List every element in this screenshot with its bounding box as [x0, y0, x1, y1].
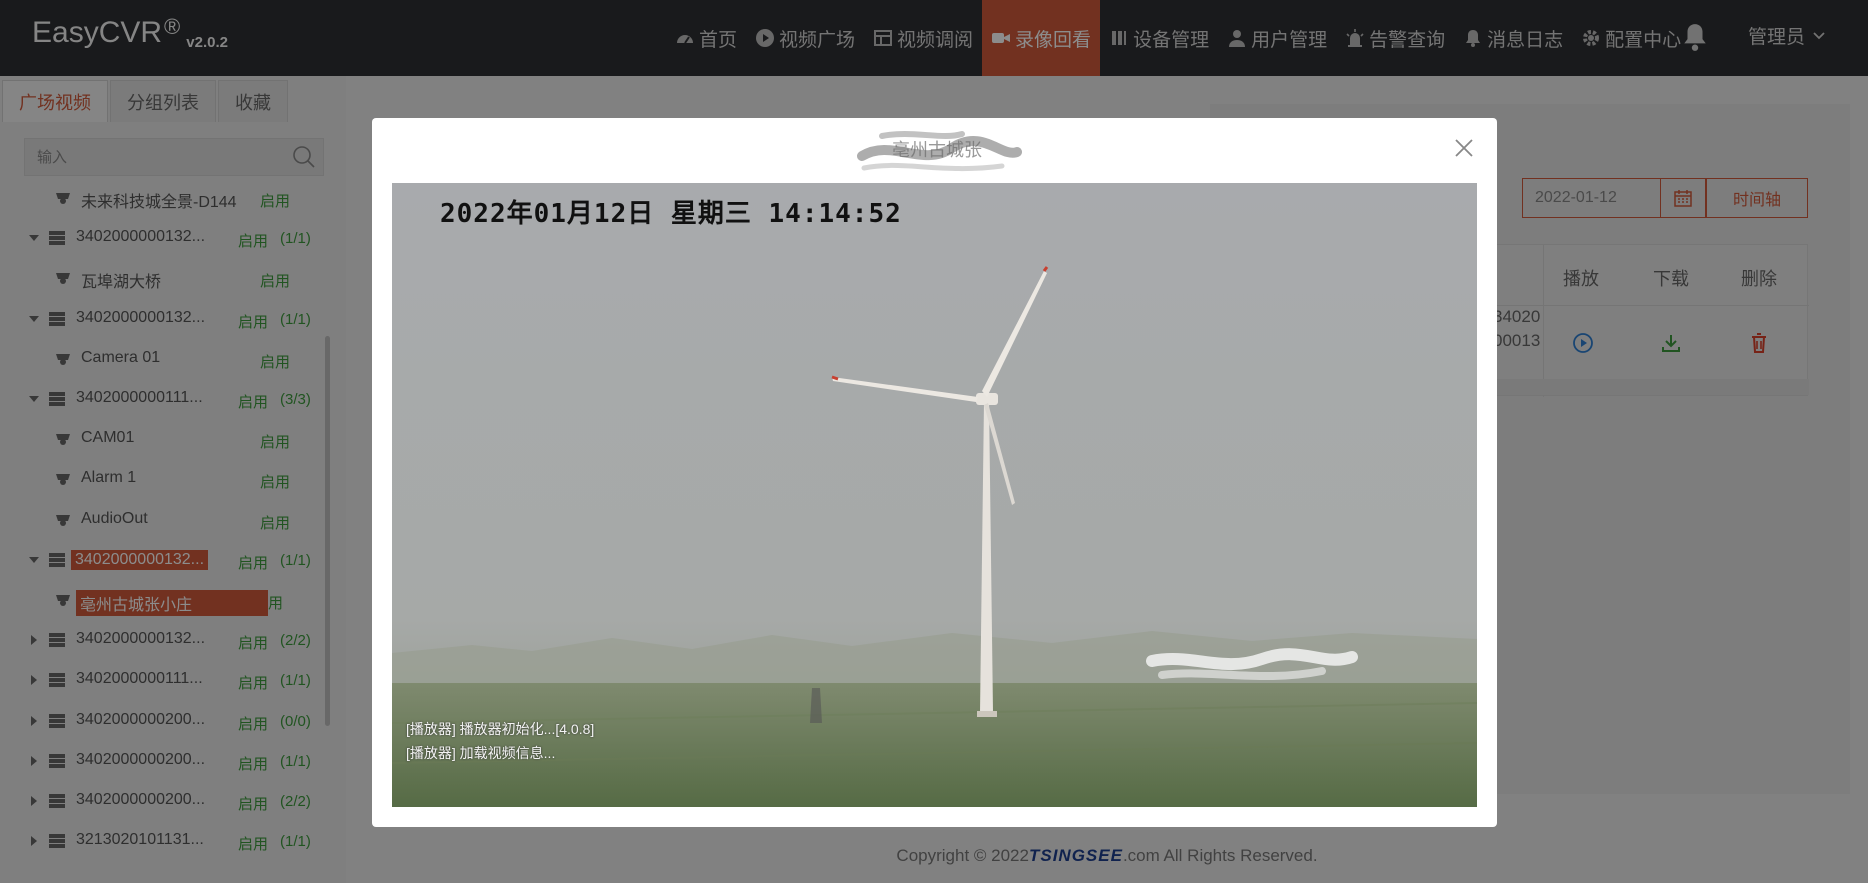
- player-log-line: [播放器] 播放器初始化...[4.0.8]: [406, 721, 595, 737]
- close-icon[interactable]: [1452, 136, 1476, 160]
- video-player[interactable]: 2022年01月12日 星期三 14:14:52 [播放器] 播放器初始化...…: [392, 183, 1477, 807]
- redaction-scribble: [857, 131, 1022, 172]
- video-timestamp-overlay: 2022年01月12日 星期三 14:14:52: [440, 199, 902, 229]
- video-frame-wind-turbine: [392, 183, 1477, 807]
- modal-title: 亳州古城张: [852, 131, 1022, 172]
- player-log-line: [播放器] 加载视频信息...: [406, 745, 556, 761]
- video-player-modal: 亳州古城张 2022年01月12日 星期三 14:14:52 [播放器] 播放器…: [372, 118, 1497, 827]
